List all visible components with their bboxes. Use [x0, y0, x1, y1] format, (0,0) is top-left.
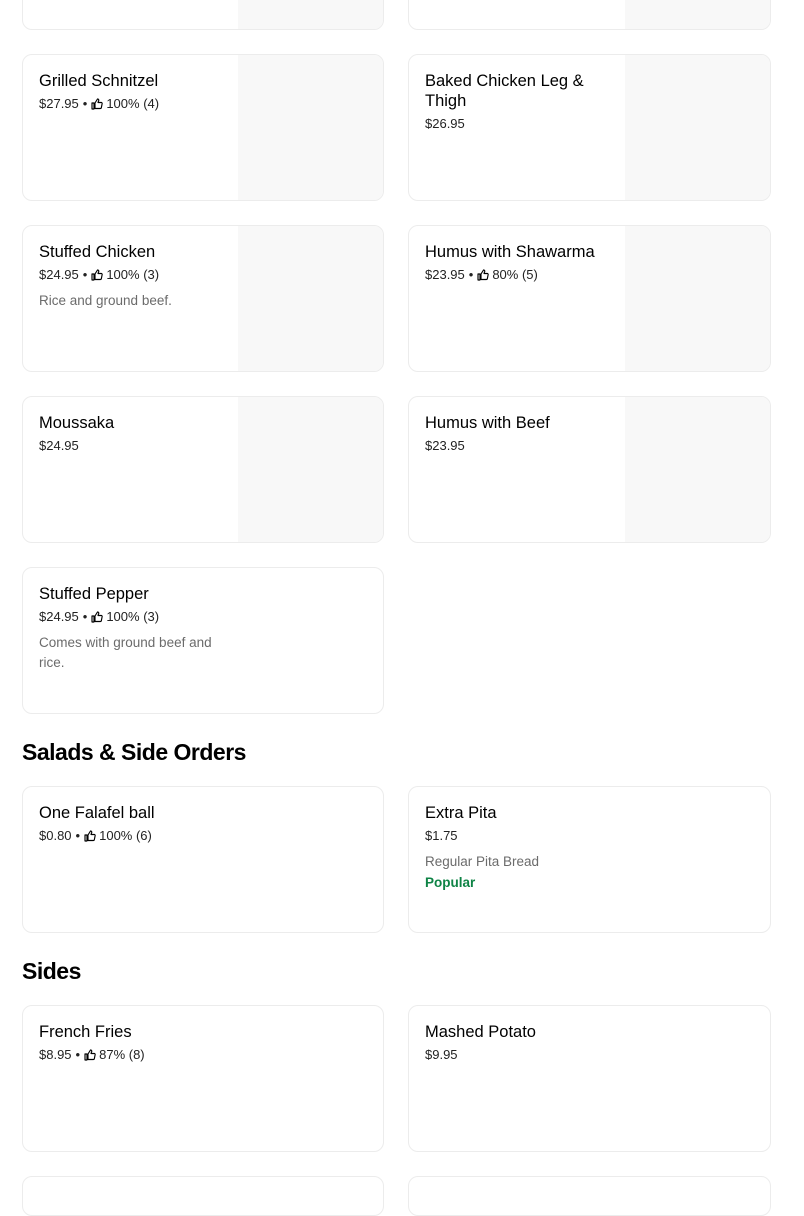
menu-item-info: One Falafel ball $0.80 • 100% (6): [39, 803, 339, 844]
menu-item-price: $1.75: [425, 828, 458, 843]
menu-item-falafel-ball[interactable]: One Falafel ball $0.80 • 100% (6): [22, 786, 384, 933]
menu-item-rating: 100% (4): [106, 96, 160, 111]
menu-item-price: $26.95: [425, 116, 465, 131]
menu-item-card[interactable]: [22, 1176, 384, 1216]
menu-item-name: Mashed Potato: [425, 1023, 536, 1041]
menu-item-name: Humus with Beef: [425, 414, 550, 432]
menu-item-meta: $24.95: [39, 438, 229, 454]
menu-item-info: Stuffed Chicken $24.95 • 100% (3) Rice a…: [39, 242, 229, 311]
menu-item-rating: 87% (8): [99, 1047, 145, 1062]
section-title-salads: Salads & Side Orders: [22, 739, 246, 765]
menu-item-info: Humus with Shawarma $23.95 • 80% (5): [425, 242, 615, 283]
thumbs-up-icon: [91, 611, 104, 623]
menu-item-price: $23.95: [425, 267, 465, 282]
separator-dot: •: [82, 609, 88, 624]
menu-item-name: Grilled Schnitzel: [39, 72, 159, 90]
menu-item-info: Stuffed Pepper $24.95 • 100% (3) Comes w…: [39, 584, 239, 673]
menu-item-info: Humus with Beef $23.95: [425, 413, 615, 454]
menu-item-humus-beef[interactable]: Humus with Beef $23.95: [408, 396, 771, 543]
menu-item-rating: 100% (3): [106, 267, 160, 282]
menu-item-meta: $27.95 • 100% (4): [39, 96, 229, 112]
menu-item-price: $27.95: [39, 96, 79, 111]
menu-item-image: [238, 55, 383, 200]
menu-item-card[interactable]: [408, 1176, 771, 1216]
separator-dot: •: [75, 828, 81, 843]
separator-dot: •: [468, 267, 474, 282]
menu-item-card[interactable]: [408, 0, 771, 30]
menu-item-info: Mashed Potato $9.95: [425, 1022, 725, 1063]
menu-item-description: Rice and ground beef.: [39, 293, 172, 308]
menu-item-french-fries[interactable]: French Fries $8.95 • 87% (8): [22, 1005, 384, 1152]
menu-item-name: Baked Chicken Leg & Thigh: [425, 72, 584, 110]
menu-item-meta: $23.95: [425, 438, 615, 454]
menu-item-name: Stuffed Chicken: [39, 243, 156, 261]
menu-item-description: Regular Pita Bread: [425, 854, 540, 869]
menu-item-info: French Fries $8.95 • 87% (8): [39, 1022, 339, 1063]
thumbs-up-icon: [477, 269, 490, 281]
section-title-sides: Sides: [22, 958, 81, 984]
thumbs-up-icon: [91, 269, 104, 281]
menu-item-image: [625, 397, 770, 542]
menu-item-baked-chicken[interactable]: Baked Chicken Leg & Thigh $26.95: [408, 54, 771, 201]
menu-item-rating: 100% (3): [106, 609, 160, 624]
menu-item-info: Baked Chicken Leg & Thigh $26.95: [425, 71, 615, 132]
menu-item-meta: $0.80 • 100% (6): [39, 828, 339, 844]
menu-item-info: Grilled Schnitzel $27.95 • 100% (4): [39, 71, 229, 112]
menu-item-meta: $24.95 • 100% (3): [39, 267, 229, 283]
menu-item-meta: $9.95: [425, 1047, 725, 1063]
menu-item-image: [238, 226, 383, 371]
menu-item-price: $23.95: [425, 438, 465, 453]
menu-item-meta: $24.95 • 100% (3): [39, 609, 239, 625]
thumbs-up-icon: [84, 1049, 96, 1061]
menu-item-rating: 80% (5): [492, 267, 538, 282]
menu-item-name: Stuffed Pepper: [39, 585, 149, 603]
menu-item-card[interactable]: [22, 0, 384, 30]
thumbs-up-icon: [91, 98, 104, 110]
menu-item-price: $24.95: [39, 438, 79, 453]
menu-item-info: Moussaka $24.95: [39, 413, 229, 454]
menu-item-name: French Fries: [39, 1023, 132, 1041]
separator-dot: •: [75, 1047, 81, 1062]
menu-item-image: [625, 0, 770, 29]
menu-item-info: Extra Pita $1.75 Regular Pita Bread Popu…: [425, 803, 725, 892]
menu-item-name: Extra Pita: [425, 804, 497, 822]
thumbs-up-icon: [84, 830, 96, 842]
menu-item-meta: $23.95 • 80% (5): [425, 267, 615, 283]
menu-item-stuffed-chicken[interactable]: Stuffed Chicken $24.95 • 100% (3) Rice a…: [22, 225, 384, 372]
separator-dot: •: [82, 96, 88, 111]
menu-item-image: [238, 397, 383, 542]
menu-item-name: Moussaka: [39, 414, 115, 432]
menu-item-rating: 100% (6): [99, 828, 152, 843]
menu-item-description: Comes with ground beef and rice.: [39, 635, 212, 670]
menu-item-humus-shawarma[interactable]: Humus with Shawarma $23.95 • 80% (5): [408, 225, 771, 372]
menu-item-extra-pita[interactable]: Extra Pita $1.75 Regular Pita Bread Popu…: [408, 786, 771, 933]
menu-item-image: [625, 226, 770, 371]
menu-item-meta: $26.95: [425, 116, 615, 132]
menu-item-price: $24.95: [39, 609, 79, 624]
menu-item-price: $9.95: [425, 1047, 458, 1062]
menu-item-price: $8.95: [39, 1047, 72, 1062]
menu-item-image: [625, 55, 770, 200]
menu-item-moussaka[interactable]: Moussaka $24.95: [22, 396, 384, 543]
menu-item-meta: $8.95 • 87% (8): [39, 1047, 339, 1063]
menu-item-image: [238, 0, 383, 29]
menu-item-grilled-schnitzel[interactable]: Grilled Schnitzel $27.95 • 100% (4): [22, 54, 384, 201]
popular-badge: Popular: [425, 875, 476, 890]
menu-item-stuffed-pepper[interactable]: Stuffed Pepper $24.95 • 100% (3) Comes w…: [22, 567, 384, 714]
menu-item-price: $0.80: [39, 828, 72, 843]
menu-item-price: $24.95: [39, 267, 79, 282]
menu-item-name: Humus with Shawarma: [425, 243, 595, 261]
menu-item-mashed-potato[interactable]: Mashed Potato $9.95: [408, 1005, 771, 1152]
menu-item-meta: $1.75: [425, 828, 725, 844]
separator-dot: •: [82, 267, 88, 282]
menu-item-name: One Falafel ball: [39, 804, 155, 822]
